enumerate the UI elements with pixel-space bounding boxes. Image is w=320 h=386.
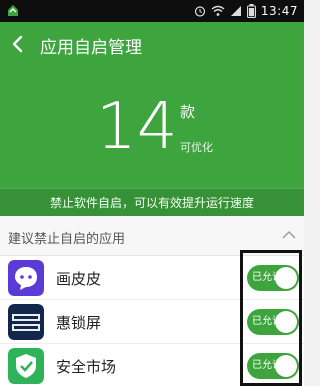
status-time: 13:47 [260,4,298,18]
summary-header: 应用自启管理 14 款 可优化 禁止软件自启，可以有效提升运行速度 [0,22,304,216]
autostart-toggle[interactable]: 已允许 [247,265,299,291]
section-title: 建议禁止自启的应用 [8,232,126,247]
app-list: 画皮皮 已允许 惠锁屏 已允许 安全市场 已允许 [0,256,304,386]
list-item: 安全市场 已允许 [0,344,304,386]
huapipi-icon [8,260,44,296]
signal-icon [230,6,241,16]
app-notification-icon [8,5,18,16]
toggle-knob [275,267,297,289]
app-name: 惠锁屏 [56,314,102,332]
hint-text: 禁止软件自启，可以有效提升运行速度 [0,188,304,216]
status-indicators: 13:47 [194,3,298,19]
chevron-up-icon[interactable] [282,230,296,240]
autostart-toggle[interactable]: 已允许 [247,353,299,379]
list-item: 惠锁屏 已允许 [0,300,304,344]
count-caption: 可优化 [180,141,213,154]
money-locker-icon [8,304,44,340]
safe-market-icon [8,348,44,384]
page-title: 应用自启管理 [40,38,142,58]
app-name: 安全市场 [56,358,117,376]
status-bar: 13:47 [0,0,304,22]
app-name: 画皮皮 [56,270,102,288]
optimizable-count: 14 [96,90,178,164]
back-icon[interactable] [6,32,30,56]
section-header[interactable]: 建议禁止自启的应用 [0,216,304,256]
toggle-knob [275,355,297,377]
toggle-knob [275,311,297,333]
alarm-icon [194,6,206,17]
title-bar: 应用自启管理 [0,22,304,66]
wifi-icon [211,5,225,16]
autostart-toggle[interactable]: 已允许 [247,309,299,335]
count-unit: 款 [180,103,196,121]
battery-icon [246,4,256,18]
list-item: 画皮皮 已允许 [0,256,304,300]
